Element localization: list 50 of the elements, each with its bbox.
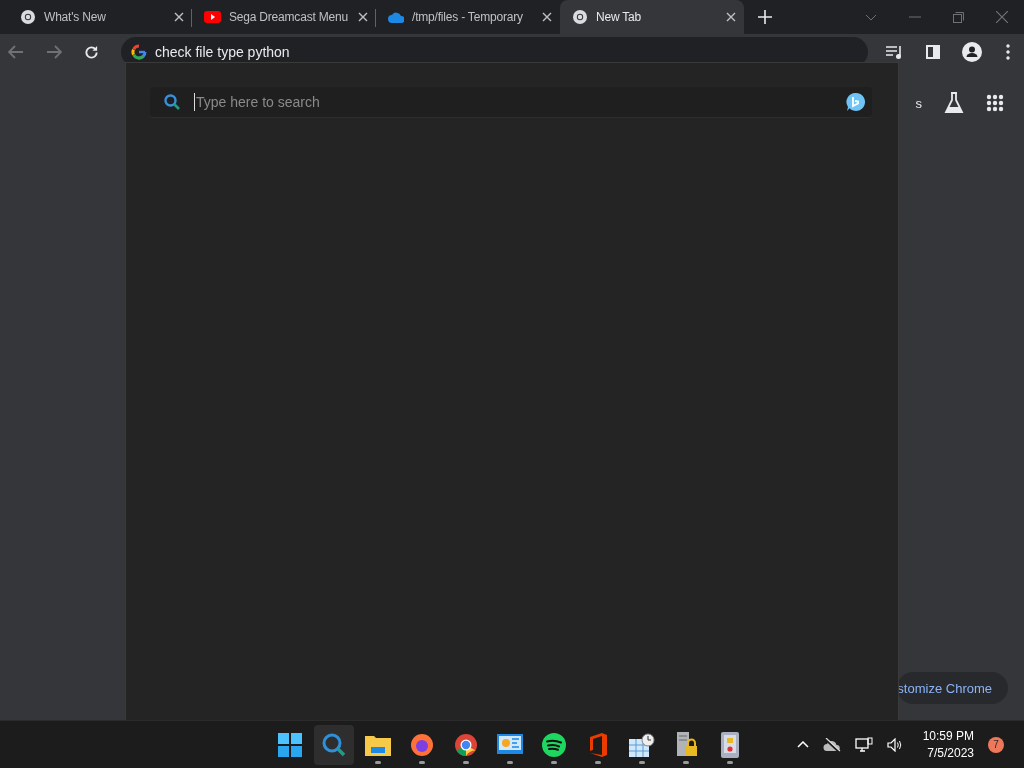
clock-time[interactable]: 10:59 PM [922, 729, 974, 743]
browser-tab[interactable]: Sega Dreamcast Menu [192, 0, 376, 34]
apps-grid-icon[interactable] [986, 94, 1004, 112]
side-panel-icon[interactable] [926, 45, 940, 59]
waves-icon [542, 732, 566, 757]
search-icon [164, 94, 180, 110]
browser-tab[interactable]: What's New [8, 0, 192, 34]
chat-bubble-icon[interactable] [846, 92, 866, 112]
fox-icon [410, 732, 434, 757]
browser-tab[interactable]: New Tab [560, 0, 744, 34]
ring-icon [572, 9, 588, 25]
clock-date[interactable]: 7/5/2023 [927, 746, 974, 760]
new-tab-icon[interactable] [758, 10, 772, 24]
start-icon [278, 732, 302, 757]
customize-chrome-button[interactable]: stomize Chrome [897, 672, 1008, 704]
ring-icon [20, 9, 36, 25]
chevron-down-icon[interactable] [865, 13, 877, 21]
back-icon[interactable] [8, 45, 24, 59]
menu-icon[interactable] [1006, 44, 1010, 60]
folder-icon [365, 733, 391, 756]
play-icon [204, 11, 221, 23]
g-logo-icon [131, 44, 147, 60]
cloud-icon [388, 11, 404, 23]
cloud-off-icon[interactable] [822, 737, 841, 752]
network-icon[interactable] [854, 736, 873, 753]
restore-icon[interactable] [953, 11, 964, 23]
search-icon [322, 732, 346, 757]
server-lock-icon [674, 731, 698, 758]
address-text: check file type python [155, 44, 290, 60]
header-link[interactable]: s [915, 95, 922, 111]
profile-icon[interactable] [962, 42, 982, 62]
office-icon [588, 732, 608, 757]
reload-icon[interactable] [84, 44, 99, 60]
search-field[interactable]: Type here to search [150, 87, 872, 118]
search-input[interactable]: Type here to search [194, 93, 832, 111]
flask-icon[interactable] [944, 92, 964, 114]
chevron-up-icon[interactable] [796, 741, 809, 748]
browser-tab[interactable]: /tmp/files - Temporary [376, 0, 560, 34]
monitor-icon [497, 733, 523, 756]
notification-badge[interactable]: 7 [988, 736, 1004, 753]
calendar-clock-icon [629, 732, 655, 757]
playlist-icon[interactable] [886, 45, 904, 59]
ring-icon [454, 732, 478, 757]
close-icon[interactable] [542, 12, 552, 22]
close-icon[interactable] [726, 12, 736, 22]
forward-icon[interactable] [46, 45, 62, 59]
close-icon[interactable] [174, 12, 184, 22]
device-icon [721, 731, 739, 758]
speaker-icon[interactable] [886, 737, 903, 752]
close-icon[interactable] [358, 12, 368, 22]
